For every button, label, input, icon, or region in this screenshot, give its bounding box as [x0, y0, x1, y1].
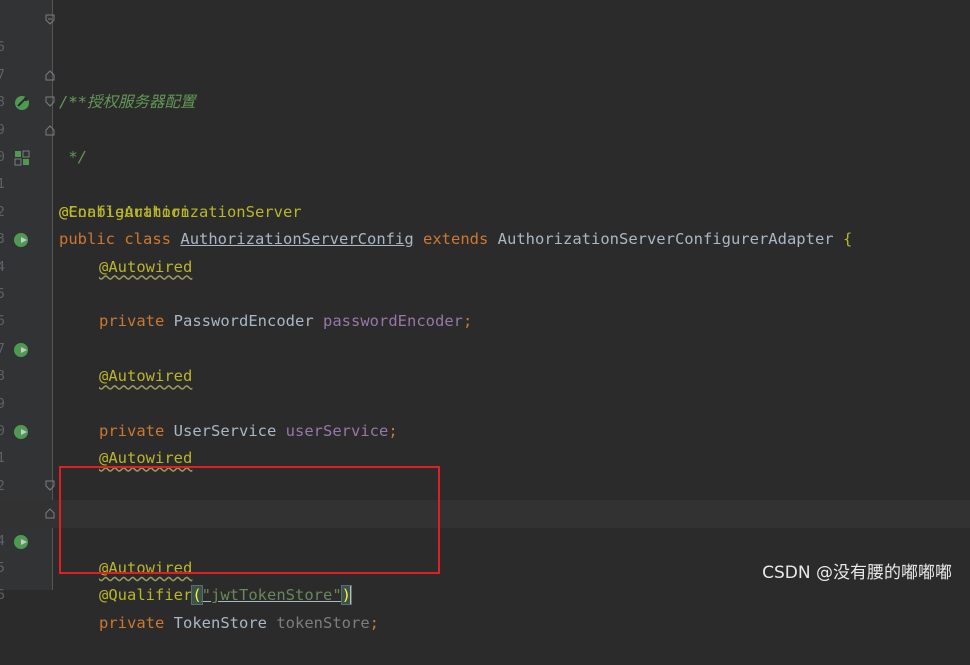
annotation-qualifier: @Qualifier — [99, 586, 193, 605]
code-line[interactable]: 7 * 授权服务器配置 — [0, 34, 970, 111]
fold-marker-icon[interactable] — [45, 480, 55, 492]
code-line[interactable]: 0 @EnableAuthorizationServer — [0, 117, 970, 221]
code-line[interactable]: 6 /** — [0, 7, 970, 111]
bean-navigation-gutter-icon[interactable] — [12, 422, 32, 442]
code-line[interactable]: 6 — [0, 281, 970, 329]
code-line[interactable]: 7 @Autowired — [0, 308, 970, 385]
spring-config-gutter-icon[interactable] — [12, 93, 32, 113]
code-line[interactable]: 0 @Autowired — [0, 391, 970, 467]
matched-paren-open: ( — [191, 585, 203, 606]
highlight-annotation-box — [59, 466, 440, 574]
fold-marker-icon[interactable] — [45, 96, 55, 108]
code-line[interactable]: 1 private AuthenticationManager authenti… — [0, 418, 970, 522]
code-line[interactable]: 1 public class AuthorizationServerConfig… — [0, 144, 970, 248]
code-line[interactable]: 2 — [0, 171, 970, 220]
code-line[interactable]: 8 private UserService userService; — [0, 336, 970, 440]
bean-navigation-gutter-icon[interactable] — [12, 340, 32, 360]
code-line[interactable]: 9 — [0, 363, 970, 412]
code-line[interactable]: 3 @Autowired — [0, 199, 970, 275]
text-caret — [350, 586, 352, 606]
semicolon: ; — [369, 613, 380, 632]
bean-navigation-gutter-icon[interactable] — [12, 532, 32, 552]
field-declaration: private TokenStore tokenStore; — [99, 610, 379, 637]
bean-navigation-gutter-icon[interactable] — [12, 230, 32, 250]
field-type[interactable]: TokenStore — [174, 614, 267, 632]
fold-end-marker-icon[interactable] — [45, 124, 55, 136]
implementation-gutter-icon[interactable] — [12, 148, 32, 168]
fold-end-marker-icon[interactable] — [45, 507, 55, 519]
keyword-private: private — [99, 613, 165, 632]
fold-end-marker-icon[interactable] — [45, 69, 55, 81]
qualifier-annotation-line: @Qualifier("jwtTokenStore") — [99, 582, 353, 609]
watermark: CSDN @没有腰的嘟嘟嘟 — [762, 563, 952, 583]
line-number: 6 — [0, 588, 5, 604]
code-line[interactable]: 9 @Configuration — [0, 89, 970, 221]
code-line[interactable]: 5 — [0, 254, 970, 302]
fold-marker-icon[interactable] — [45, 14, 55, 26]
qualifier-string[interactable]: "jwtTokenStore" — [202, 586, 342, 604]
code-line[interactable]: 8 */ — [0, 62, 970, 166]
code-line[interactable]: 4 private PasswordEncoder passwordEncode… — [0, 226, 970, 330]
unused-field-name[interactable]: tokenStore — [276, 614, 369, 632]
